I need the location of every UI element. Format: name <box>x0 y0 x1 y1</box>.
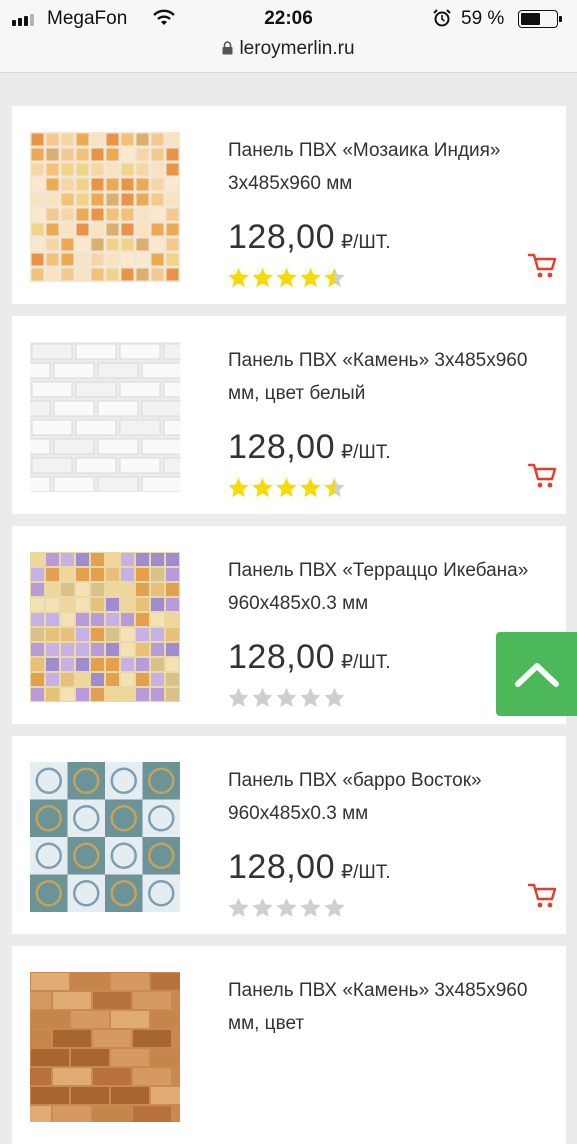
product-title[interactable]: Панель ПВХ «Терраццо Икебана» 960х485х0.… <box>228 554 558 620</box>
product-price: 128,00 ₽/ШТ. <box>228 638 391 676</box>
star-filled-icon <box>252 477 273 497</box>
star-empty-icon <box>300 897 321 917</box>
product-price: 128,00 ₽/ШТ. <box>228 218 391 256</box>
price-unit: ₽/ШТ. <box>341 232 391 253</box>
cart-icon[interactable] <box>527 882 559 910</box>
price-unit: ₽/ШТ. <box>341 862 391 883</box>
star-empty-icon <box>276 897 297 917</box>
star-filled-icon <box>276 267 297 287</box>
cart-icon[interactable] <box>527 252 559 280</box>
lock-icon <box>222 41 233 55</box>
star-empty-icon <box>324 897 345 917</box>
star-empty-icon <box>300 687 321 707</box>
product-card[interactable]: Панель ПВХ «Камень» 3х485х960 мм, цвет <box>12 946 566 1144</box>
product-title[interactable]: Панель ПВХ «Камень» 3х485х960 мм, цвет б… <box>228 344 558 410</box>
rating-stars <box>227 896 346 919</box>
cart-icon[interactable] <box>527 462 559 490</box>
rating-stars <box>227 266 346 289</box>
product-title[interactable]: Панель ПВХ «барро Восток» 960х485х0.3 мм <box>228 764 558 830</box>
product-card[interactable]: Панель ПВХ «Мозаика Индия» 3х485х960 мм … <box>12 106 566 304</box>
product-image[interactable] <box>30 762 180 912</box>
star-filled-icon <box>300 267 321 287</box>
product-card[interactable]: Панель ПВХ «барро Восток» 960х485х0.3 мм… <box>12 736 566 934</box>
battery-percent: 59 % <box>461 8 505 29</box>
star-empty-icon <box>228 897 249 917</box>
product-title[interactable]: Панель ПВХ «Мозаика Индия» 3х485х960 мм <box>228 134 558 200</box>
rating-stars <box>227 476 346 499</box>
star-filled-icon <box>252 267 273 287</box>
star-empty-icon <box>252 687 273 707</box>
status-bar: MegaFon 22:06 59 % leroymerlin.ru <box>0 0 577 73</box>
url-text[interactable]: leroymerlin.ru <box>239 38 354 59</box>
star-empty-icon <box>324 687 345 707</box>
star-filled-icon <box>228 267 249 287</box>
star-half-icon <box>324 267 345 287</box>
product-image[interactable] <box>30 972 180 1122</box>
product-card[interactable]: Панель ПВХ «Терраццо Икебана» 960х485х0.… <box>12 526 566 724</box>
product-image[interactable] <box>30 552 180 702</box>
rating-stars <box>227 686 346 709</box>
battery-icon <box>518 10 562 28</box>
price-unit: ₽/ШТ. <box>341 442 391 463</box>
star-empty-icon <box>252 897 273 917</box>
product-list: Панель ПВХ «Мозаика Индия» 3х485х960 мм … <box>0 0 577 1144</box>
product-card[interactable]: Панель ПВХ «Камень» 3х485х960 мм, цвет б… <box>12 316 566 514</box>
chevron-up-icon <box>514 663 559 687</box>
product-image[interactable] <box>30 132 180 282</box>
star-empty-icon <box>228 687 249 707</box>
star-filled-icon <box>228 477 249 497</box>
star-half-icon <box>324 477 345 497</box>
product-price: 128,00 ₽/ШТ. <box>228 848 391 886</box>
product-price: 128,00 ₽/ШТ. <box>228 428 391 466</box>
address-bar[interactable]: leroymerlin.ru <box>0 38 577 60</box>
product-image[interactable] <box>30 342 180 492</box>
star-filled-icon <box>300 477 321 497</box>
star-filled-icon <box>276 477 297 497</box>
scroll-to-top-button[interactable] <box>496 632 577 716</box>
star-empty-icon <box>276 687 297 707</box>
alarm-icon <box>433 9 451 27</box>
product-title[interactable]: Панель ПВХ «Камень» 3х485х960 мм, цвет <box>228 974 558 1040</box>
price-unit: ₽/ШТ. <box>341 652 391 673</box>
